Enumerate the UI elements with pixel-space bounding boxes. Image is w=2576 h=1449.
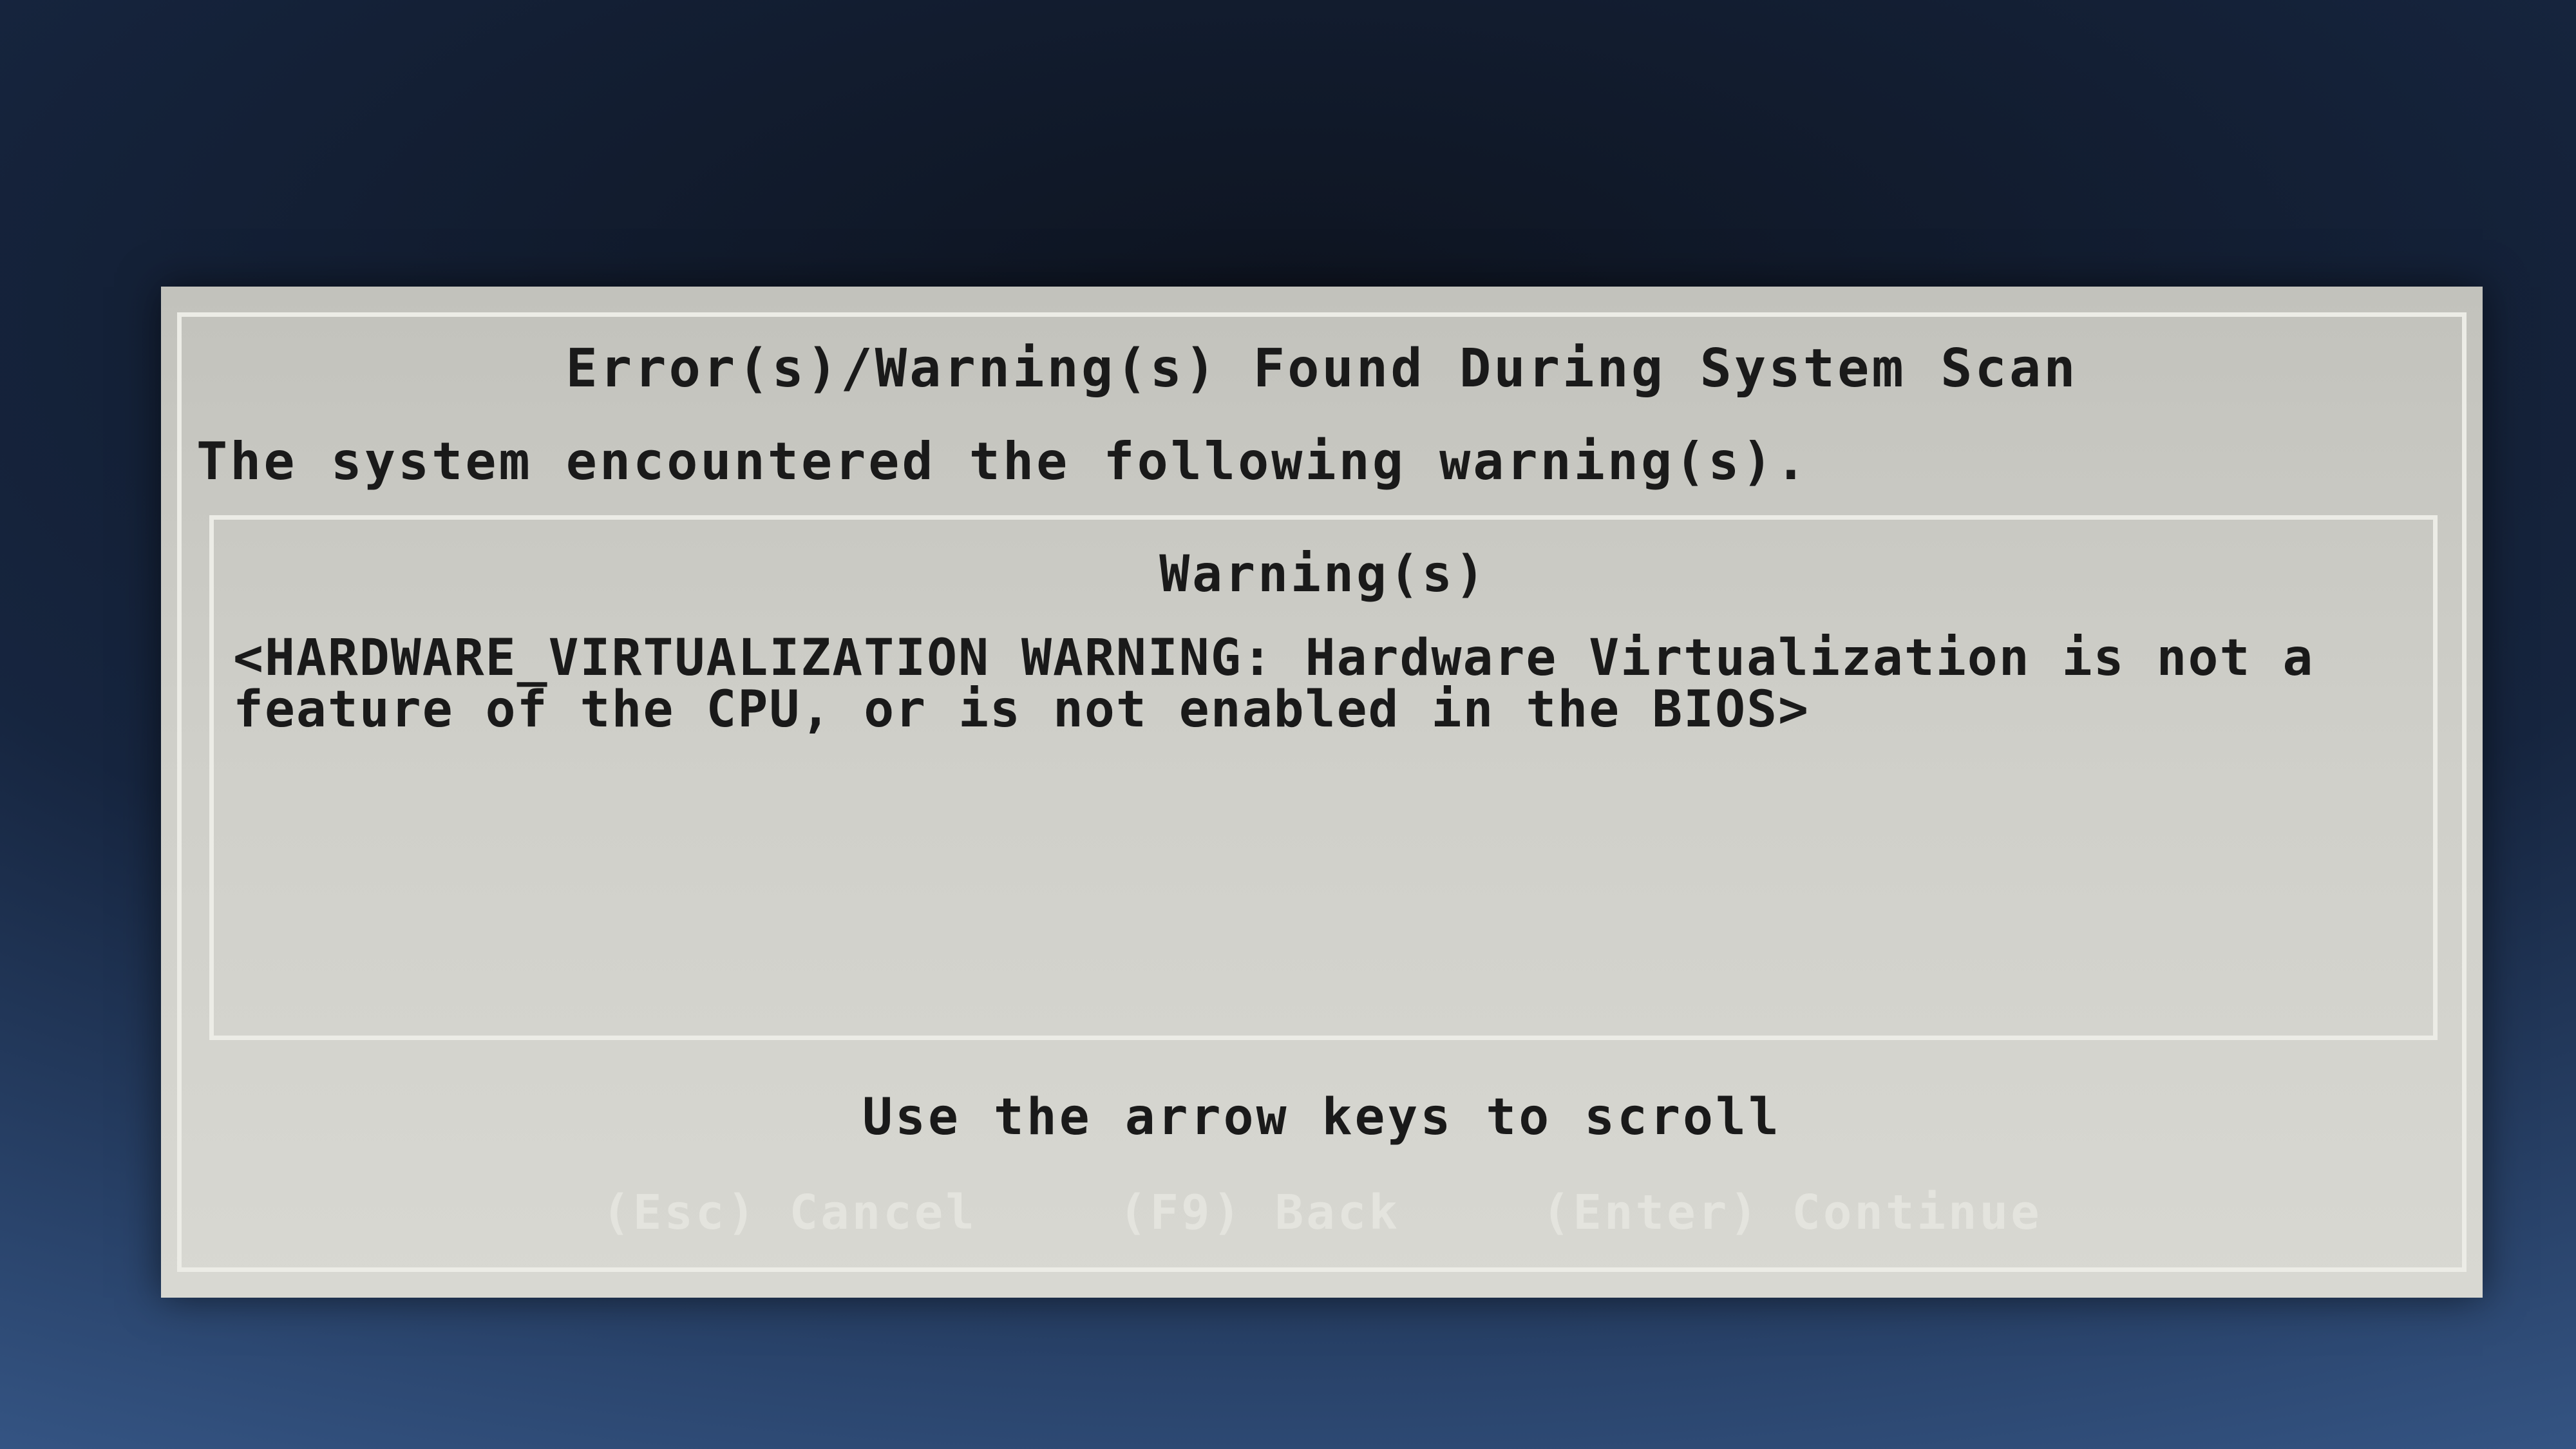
warning-message: <HARDWARE_VIRTUALIZATION WARNING: Hardwa… (233, 629, 2346, 739)
back-button[interactable]: (F9) Back (1119, 1185, 1400, 1240)
screen: Error(s)/Warning(s) Found During System … (0, 0, 2576, 1449)
continue-button[interactable]: (Enter) Continue (1542, 1185, 2042, 1240)
intro-text: The system encountered the following war… (196, 431, 1809, 491)
warnings-heading: Warning(s) (1159, 545, 1488, 603)
action-bar: (Esc) Cancel (F9) Back (Enter) Continue (161, 1185, 2483, 1240)
cancel-button[interactable]: (Esc) Cancel (601, 1185, 977, 1240)
system-scan-dialog: Error(s)/Warning(s) Found During System … (161, 287, 2483, 1298)
scroll-hint: Use the arrow keys to scroll (862, 1088, 1781, 1146)
warnings-box[interactable]: Warning(s) <HARDWARE_VIRTUALIZATION WARN… (209, 515, 2438, 1040)
dialog-title: Error(s)/Warning(s) Found During System … (565, 338, 2078, 399)
